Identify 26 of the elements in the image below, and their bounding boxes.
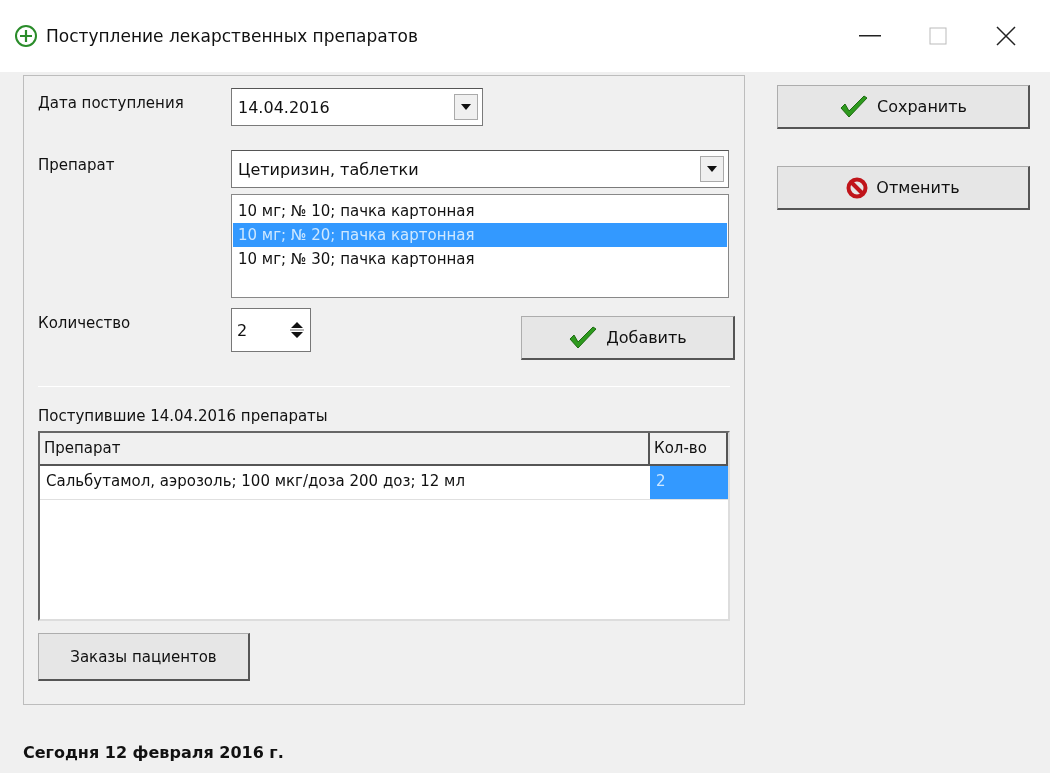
close-icon[interactable] [996, 26, 1016, 46]
column-header[interactable]: Кол-во [650, 433, 728, 464]
add-button[interactable]: Добавить [521, 316, 735, 360]
dosage-list-item[interactable]: 10 мг; № 10; пачка картонная [233, 199, 727, 223]
quantity-label: Количество [38, 313, 132, 332]
prohibited-icon [846, 176, 869, 199]
save-button[interactable]: Сохранить [777, 85, 1030, 129]
received-caption: Поступившие 14.04.2016 препараты [38, 407, 329, 425]
minimize-icon[interactable] [859, 35, 881, 37]
drug-dropdown[interactable]: Цетиризин, таблетки [231, 150, 729, 188]
quantity-spinner[interactable]: 2 [231, 308, 311, 352]
cancel-button[interactable]: Отменить [777, 166, 1030, 210]
patient-orders-button[interactable]: Заказы пациентов [38, 633, 250, 681]
plus-circle-icon [14, 24, 38, 48]
spin-arrows-icon [290, 320, 304, 340]
today-status: Сегодня 12 февраля 2016 г. [23, 743, 285, 762]
date-dropdown[interactable]: 14.04.2016 [231, 88, 483, 126]
dropdown-arrow-icon [461, 104, 471, 110]
window-title: Поступление лекарственных препаратов [46, 26, 420, 46]
dropdown-arrow-icon [707, 166, 717, 172]
dosage-list-item[interactable]: 10 мг; № 30; пачка картонная [233, 247, 727, 271]
column-header[interactable]: Препарат [40, 433, 650, 464]
checkmark-icon [839, 94, 869, 119]
checkmark-icon [568, 325, 599, 350]
date-label: Дата поступления [38, 93, 185, 112]
drug-label: Препарат [38, 155, 116, 174]
